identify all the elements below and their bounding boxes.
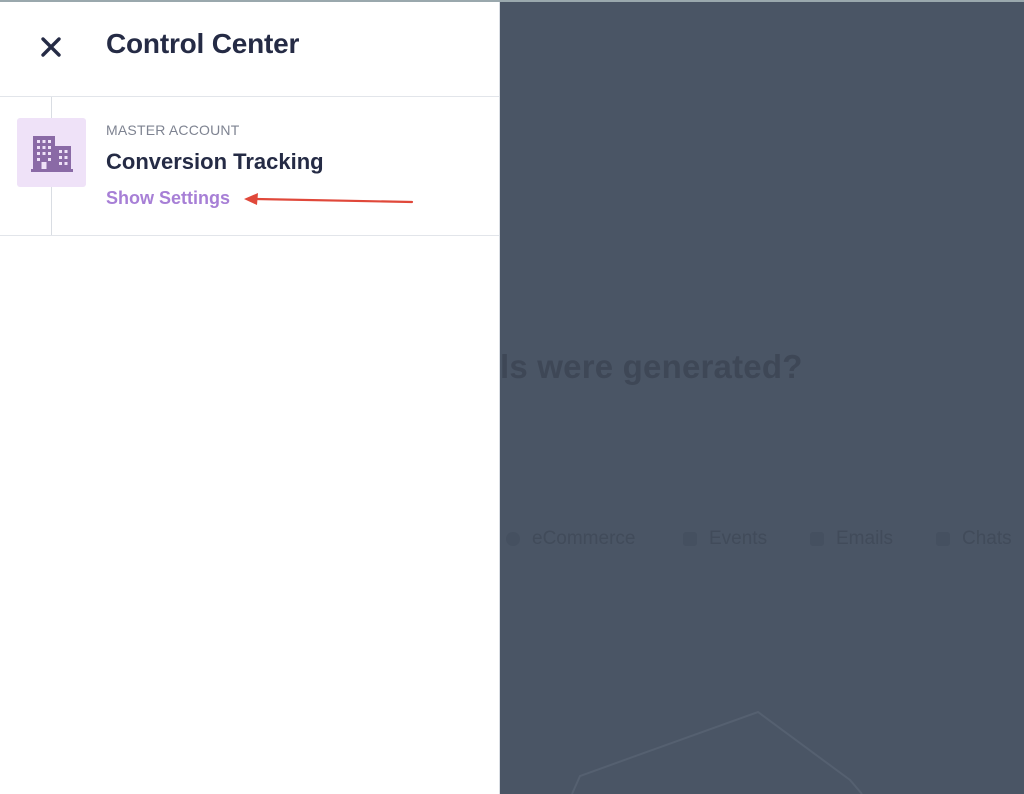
legend-item-emails: Emails — [810, 528, 893, 550]
window-top-border — [0, 0, 1024, 2]
background-chart-lines — [571, 710, 863, 794]
legend-item-events: Events — [683, 528, 767, 550]
close-icon — [41, 37, 61, 57]
building-icon — [30, 135, 73, 172]
legend-item-chats: Chats — [936, 528, 1012, 550]
show-settings-link[interactable]: Show Settings — [106, 188, 230, 209]
legend-swatch — [683, 532, 697, 546]
page-title: Control Center — [106, 28, 300, 59]
legend-swatch — [810, 532, 824, 546]
account-avatar — [17, 118, 86, 187]
account-name: Conversion Tracking — [106, 149, 324, 174]
legend-label: Emails — [836, 528, 894, 549]
close-button[interactable] — [34, 30, 68, 64]
account-type-label: MASTER ACCOUNT — [106, 122, 240, 138]
annotation-arrow-icon — [244, 193, 414, 205]
background-chart-legend: eCommerce Events Emails Chats — [500, 528, 1024, 552]
legend-label: Chats — [962, 528, 1012, 549]
legend-label: Events — [709, 528, 768, 549]
background-heading: ls were generated? — [500, 348, 803, 385]
control-center-panel: Control Center MASTER ACCOUNT Conversion… — [0, 0, 500, 794]
legend-swatch — [936, 532, 950, 546]
account-list-item: MASTER ACCOUNT Conversion Tracking Show … — [0, 97, 499, 236]
legend-swatch — [506, 532, 520, 546]
legend-label: eCommerce — [532, 528, 636, 549]
panel-header: Control Center — [0, 0, 499, 97]
dimmed-backdrop[interactable] — [500, 0, 1024, 794]
legend-item-ecommerce: eCommerce — [506, 528, 635, 550]
